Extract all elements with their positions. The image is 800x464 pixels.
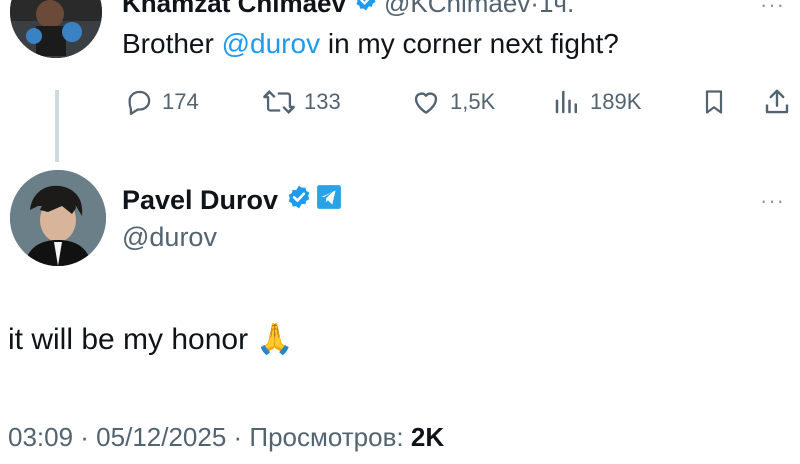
parent-more-button[interactable]: ··· (760, 0, 785, 18)
mention-link[interactable]: @durov (222, 28, 320, 59)
share-icon (762, 87, 792, 117)
praying-hands-emoji: 🙏 (256, 322, 294, 357)
reply-text-body: it will be my honor (8, 322, 249, 356)
repost-icon (262, 87, 296, 117)
avatar-pavel-durov[interactable] (10, 170, 106, 266)
parent-text-before: Brother (122, 28, 222, 59)
like-count: 1,5K (450, 89, 496, 114)
parent-handle[interactable]: @KChimaev (384, 0, 530, 19)
reply-author-name[interactable]: Pavel Durov (122, 185, 278, 216)
like-icon (410, 87, 442, 117)
header-separator: · (530, 0, 539, 18)
reply-more-button[interactable]: ··· (760, 188, 785, 214)
verified-badge-icon (354, 0, 378, 19)
views-action[interactable]: 189K (552, 84, 641, 120)
bookmark-button[interactable] (700, 84, 728, 120)
timestamp[interactable]: 03:09 · 05/12/2025 · (8, 422, 249, 452)
reply-author-row: Pavel Durov (122, 184, 342, 217)
telegram-badge-icon[interactable] (316, 184, 342, 217)
parent-tweet-header: Khamzat Chimaev @KChimaev · 1ч. (122, 0, 574, 19)
reply-handle[interactable]: @durov (122, 222, 217, 253)
parent-text-after: in my corner next fight? (320, 28, 619, 59)
share-button[interactable] (762, 84, 792, 120)
thread-connector (55, 90, 59, 162)
repost-action[interactable]: 133 (262, 84, 341, 120)
parent-tweet-text: Brother @durov in my corner next fight? (122, 28, 619, 60)
views-label: Просмотров: (249, 422, 411, 452)
parent-time[interactable]: 1ч. (539, 0, 574, 19)
views-count: 189K (590, 89, 642, 114)
parent-author-name[interactable]: Khamzat Chimaev (122, 0, 346, 19)
reply-count: 174 (162, 89, 199, 114)
reply-icon (124, 87, 154, 117)
reply-tweet-text: it will be my honor 🙏 (8, 322, 293, 357)
tweet-meta: 03:09 · 05/12/2025 · Просмотров: 2K (8, 422, 444, 453)
repost-count: 133 (304, 89, 341, 114)
verified-badge-icon (286, 184, 312, 217)
bookmark-icon (700, 87, 728, 117)
views-value: 2K (410, 422, 445, 452)
reply-action[interactable]: 174 (124, 84, 199, 120)
views-icon (552, 87, 582, 117)
avatar-khamzat[interactable] (10, 0, 102, 58)
like-action[interactable]: 1,5K (410, 84, 495, 120)
